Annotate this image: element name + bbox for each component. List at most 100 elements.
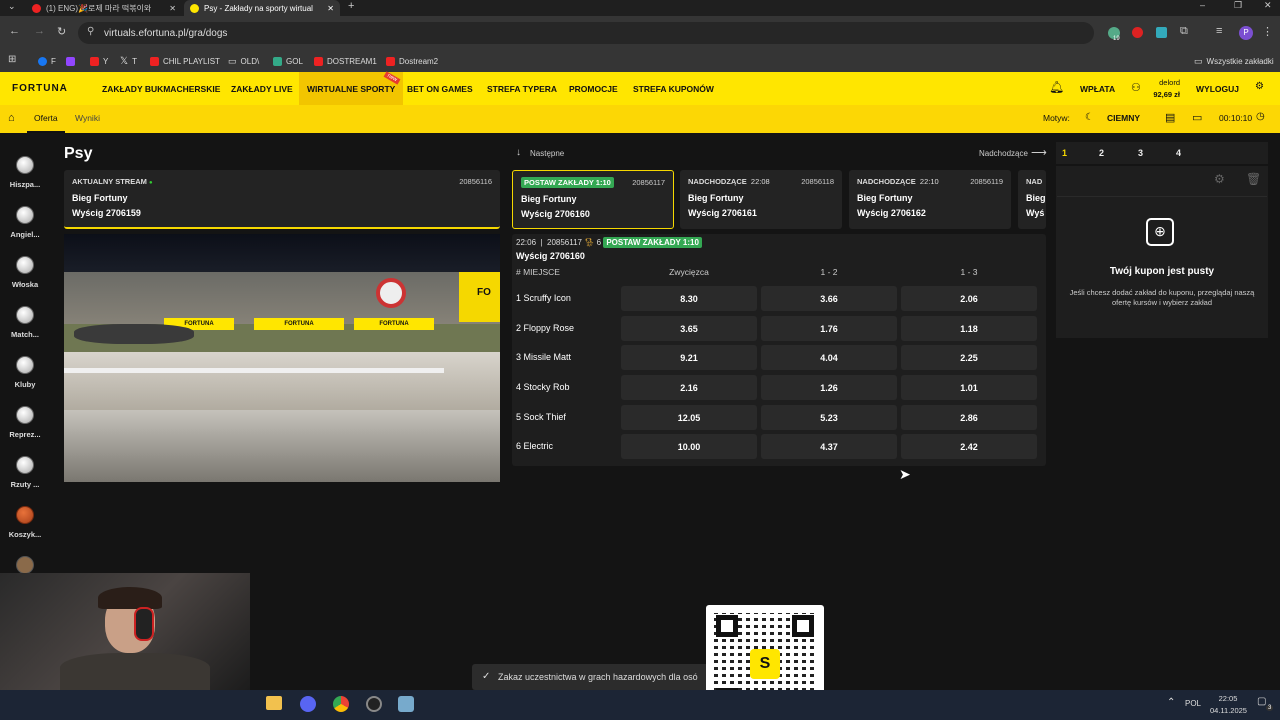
fortuna-logo[interactable]: FORTUNA <box>12 72 68 105</box>
theme-toggle[interactable]: CIEMNY <box>1107 113 1140 123</box>
tray-chevron-icon[interactable]: ⌃ <box>1167 697 1175 708</box>
odd-top2[interactable]: 4.04 <box>761 345 897 370</box>
live-stream-video[interactable]: FORTUNA FORTUNA FORTUNA FO <box>64 234 500 482</box>
nav-zaklady-live[interactable]: ZAKŁADY LIVE <box>231 72 293 105</box>
arrow-right-icon[interactable]: ⟶ <box>1031 146 1047 159</box>
odd-top3[interactable]: 1.01 <box>901 375 1037 400</box>
odd-winner[interactable]: 9.21 <box>621 345 757 370</box>
odd-top3[interactable]: 2.06 <box>901 286 1037 311</box>
close-tab-icon[interactable]: ✕ <box>327 4 334 13</box>
forward-icon[interactable]: → <box>34 25 45 37</box>
odd-top3[interactable]: 2.86 <box>901 405 1037 430</box>
extension-icon[interactable] <box>1156 27 1167 38</box>
sport-item-anglia[interactable]: Angiel... <box>0 206 50 239</box>
discord-icon[interactable] <box>300 696 316 712</box>
coupon-tab-1[interactable]: 1 <box>1062 148 1067 158</box>
betslip-icon[interactable]: ▤ <box>1165 111 1175 124</box>
coupon-tab-4[interactable]: 4 <box>1176 148 1181 158</box>
nav-bet-on-games[interactable]: BET ON GAMES <box>407 72 473 105</box>
nav-promocje[interactable]: PROMOCJE <box>569 72 618 105</box>
coupon-tab-2[interactable]: 2 <box>1099 148 1104 158</box>
close-tab-icon[interactable]: ✕ <box>169 4 176 13</box>
home-icon[interactable]: ⌂ <box>8 112 15 124</box>
profile-avatar[interactable]: P <box>1239 26 1253 40</box>
chat-icon[interactable]: ▭ <box>1192 111 1202 124</box>
nav-zaklady-bukmacherskie[interactable]: ZAKŁADY BUKMACHERSKIE <box>102 72 220 105</box>
race-card-upcoming-3[interactable]: NAD Bieg Wyś <box>1018 170 1046 229</box>
sport-item-rzuty[interactable]: Rzuty ... <box>0 456 50 489</box>
bookmark-facebook[interactable]: F <box>38 54 56 68</box>
tab-oferta[interactable]: Oferta <box>27 105 65 133</box>
odd-winner[interactable]: 3.65 <box>621 316 757 341</box>
sport-item-wlochy[interactable]: Włoska <box>0 256 50 289</box>
nav-strefa-kuponow[interactable]: STREFA KUPONÓW <box>633 72 714 105</box>
bookmark-chil-playlist[interactable]: CHIL PLAYLIST <box>150 54 220 68</box>
bookmark-x[interactable]: 𝕏T <box>120 54 137 68</box>
clock[interactable]: 22:05 04.11.2025 <box>1210 694 1247 715</box>
apps-grid-icon[interactable]: ⊞ <box>8 54 16 65</box>
odd-top2[interactable]: 4.37 <box>761 434 897 459</box>
odd-winner[interactable]: 10.00 <box>621 434 757 459</box>
trash-icon[interactable]: 🗑︎ <box>1246 172 1261 186</box>
obs-icon[interactable] <box>366 696 382 712</box>
tab-search-icon[interactable]: ≡ <box>1216 25 1222 37</box>
upcoming-link[interactable]: Nadchodzące <box>979 149 1028 158</box>
race-card-selected[interactable]: POSTAW ZAKŁADY 1:10 20856117 Bieg Fortun… <box>512 170 674 229</box>
close-window-icon[interactable]: ✕ <box>1264 0 1272 11</box>
bell-icon[interactable]: 🔔︎ <box>1049 80 1064 94</box>
app-icon[interactable] <box>398 696 414 712</box>
restore-icon[interactable]: ❐ <box>1234 0 1242 11</box>
odd-top2[interactable]: 5.23 <box>761 405 897 430</box>
browser-tab-2[interactable]: Psy - Zakłady na sporty wirtual ✕ <box>184 0 340 16</box>
file-explorer-icon[interactable] <box>266 696 282 710</box>
language-indicator[interactable]: POL <box>1185 699 1201 708</box>
settings-icon[interactable]: ⚙ <box>1255 81 1264 92</box>
sport-item-reprezentacje[interactable]: Reprez... <box>0 406 50 439</box>
sport-item-hiszpania[interactable]: Hiszpa... <box>0 156 50 189</box>
all-bookmarks[interactable]: ▭ Wszystkie zakładki <box>1194 54 1274 68</box>
user-account[interactable]: delord 92,69 zł <box>1148 78 1180 99</box>
bookmark-dostream1[interactable]: DOSTREAM1 <box>314 54 377 68</box>
race-card-upcoming-1[interactable]: NADCHODZĄCE 22:08 20856118 Bieg Fortuny … <box>680 170 842 229</box>
new-tab-button[interactable]: + <box>348 0 354 12</box>
bookmark-gol[interactable]: GOL <box>273 54 303 68</box>
deposit-button[interactable]: WPŁATA <box>1080 72 1115 105</box>
extension-icon[interactable] <box>1132 27 1143 38</box>
sport-item-kluby[interactable]: Kluby <box>0 356 50 389</box>
sport-item-match[interactable]: Match... <box>0 306 50 339</box>
bookmark-old[interactable]: ▭ OLD\ <box>228 54 259 68</box>
minimize-icon[interactable]: – <box>1200 0 1205 10</box>
notification-icon[interactable]: ▢ <box>1257 696 1266 707</box>
menu-dots-icon[interactable]: ⋮ <box>1262 25 1273 38</box>
logout-button[interactable]: WYLOGUJ <box>1196 72 1239 105</box>
back-icon[interactable]: ← <box>9 25 20 37</box>
tab-wyniki[interactable]: Wyniki <box>75 105 100 133</box>
coupon-tab-3[interactable]: 3 <box>1138 148 1143 158</box>
odd-top2[interactable]: 3.66 <box>761 286 897 311</box>
user-icon[interactable]: ⚇ <box>1131 81 1141 94</box>
bookmark-dostream2[interactable]: Dostream2 <box>386 54 438 68</box>
address-bar[interactable]: ⚲ virtuals.efortuna.pl/gra/dogs <box>78 22 1094 44</box>
tab-menu-icon[interactable]: ⌄ <box>8 1 16 12</box>
odd-top3[interactable]: 2.42 <box>901 434 1037 459</box>
race-event: Bieg Fortuny <box>521 194 577 204</box>
chrome-icon[interactable] <box>333 696 349 712</box>
odd-top2[interactable]: 1.76 <box>761 316 897 341</box>
sport-item-koszykowka[interactable]: Koszyk... <box>0 506 50 539</box>
bookmark-youtube[interactable]: Y <box>90 54 108 68</box>
reload-icon[interactable]: ↻ <box>57 25 66 38</box>
race-card-upcoming-2[interactable]: NADCHODZĄCE 22:10 20856119 Bieg Fortuny … <box>849 170 1011 229</box>
extensions-puzzle-icon[interactable]: ⧉ <box>1180 25 1188 38</box>
odd-winner[interactable]: 2.16 <box>621 375 757 400</box>
odd-top3[interactable]: 1.18 <box>901 316 1037 341</box>
odd-top3[interactable]: 2.25 <box>901 345 1037 370</box>
bookmark-twitch[interactable] <box>66 54 79 68</box>
nav-strefa-typera[interactable]: STREFA TYPERA <box>487 72 557 105</box>
race-card-current[interactable]: AKTUALNY STREAM ● 20856116 Bieg Fortuny … <box>64 170 500 229</box>
odd-winner[interactable]: 12.05 <box>621 405 757 430</box>
odd-top2[interactable]: 1.26 <box>761 375 897 400</box>
browser-tab-1[interactable]: (1) ENG)🎉로제 마라 떡볶이와 ✕ <box>26 0 182 16</box>
settings-icon[interactable]: ⚙ <box>1214 172 1225 186</box>
odd-winner[interactable]: 8.30 <box>621 286 757 311</box>
site-info-icon[interactable]: ⚲ <box>87 26 94 37</box>
